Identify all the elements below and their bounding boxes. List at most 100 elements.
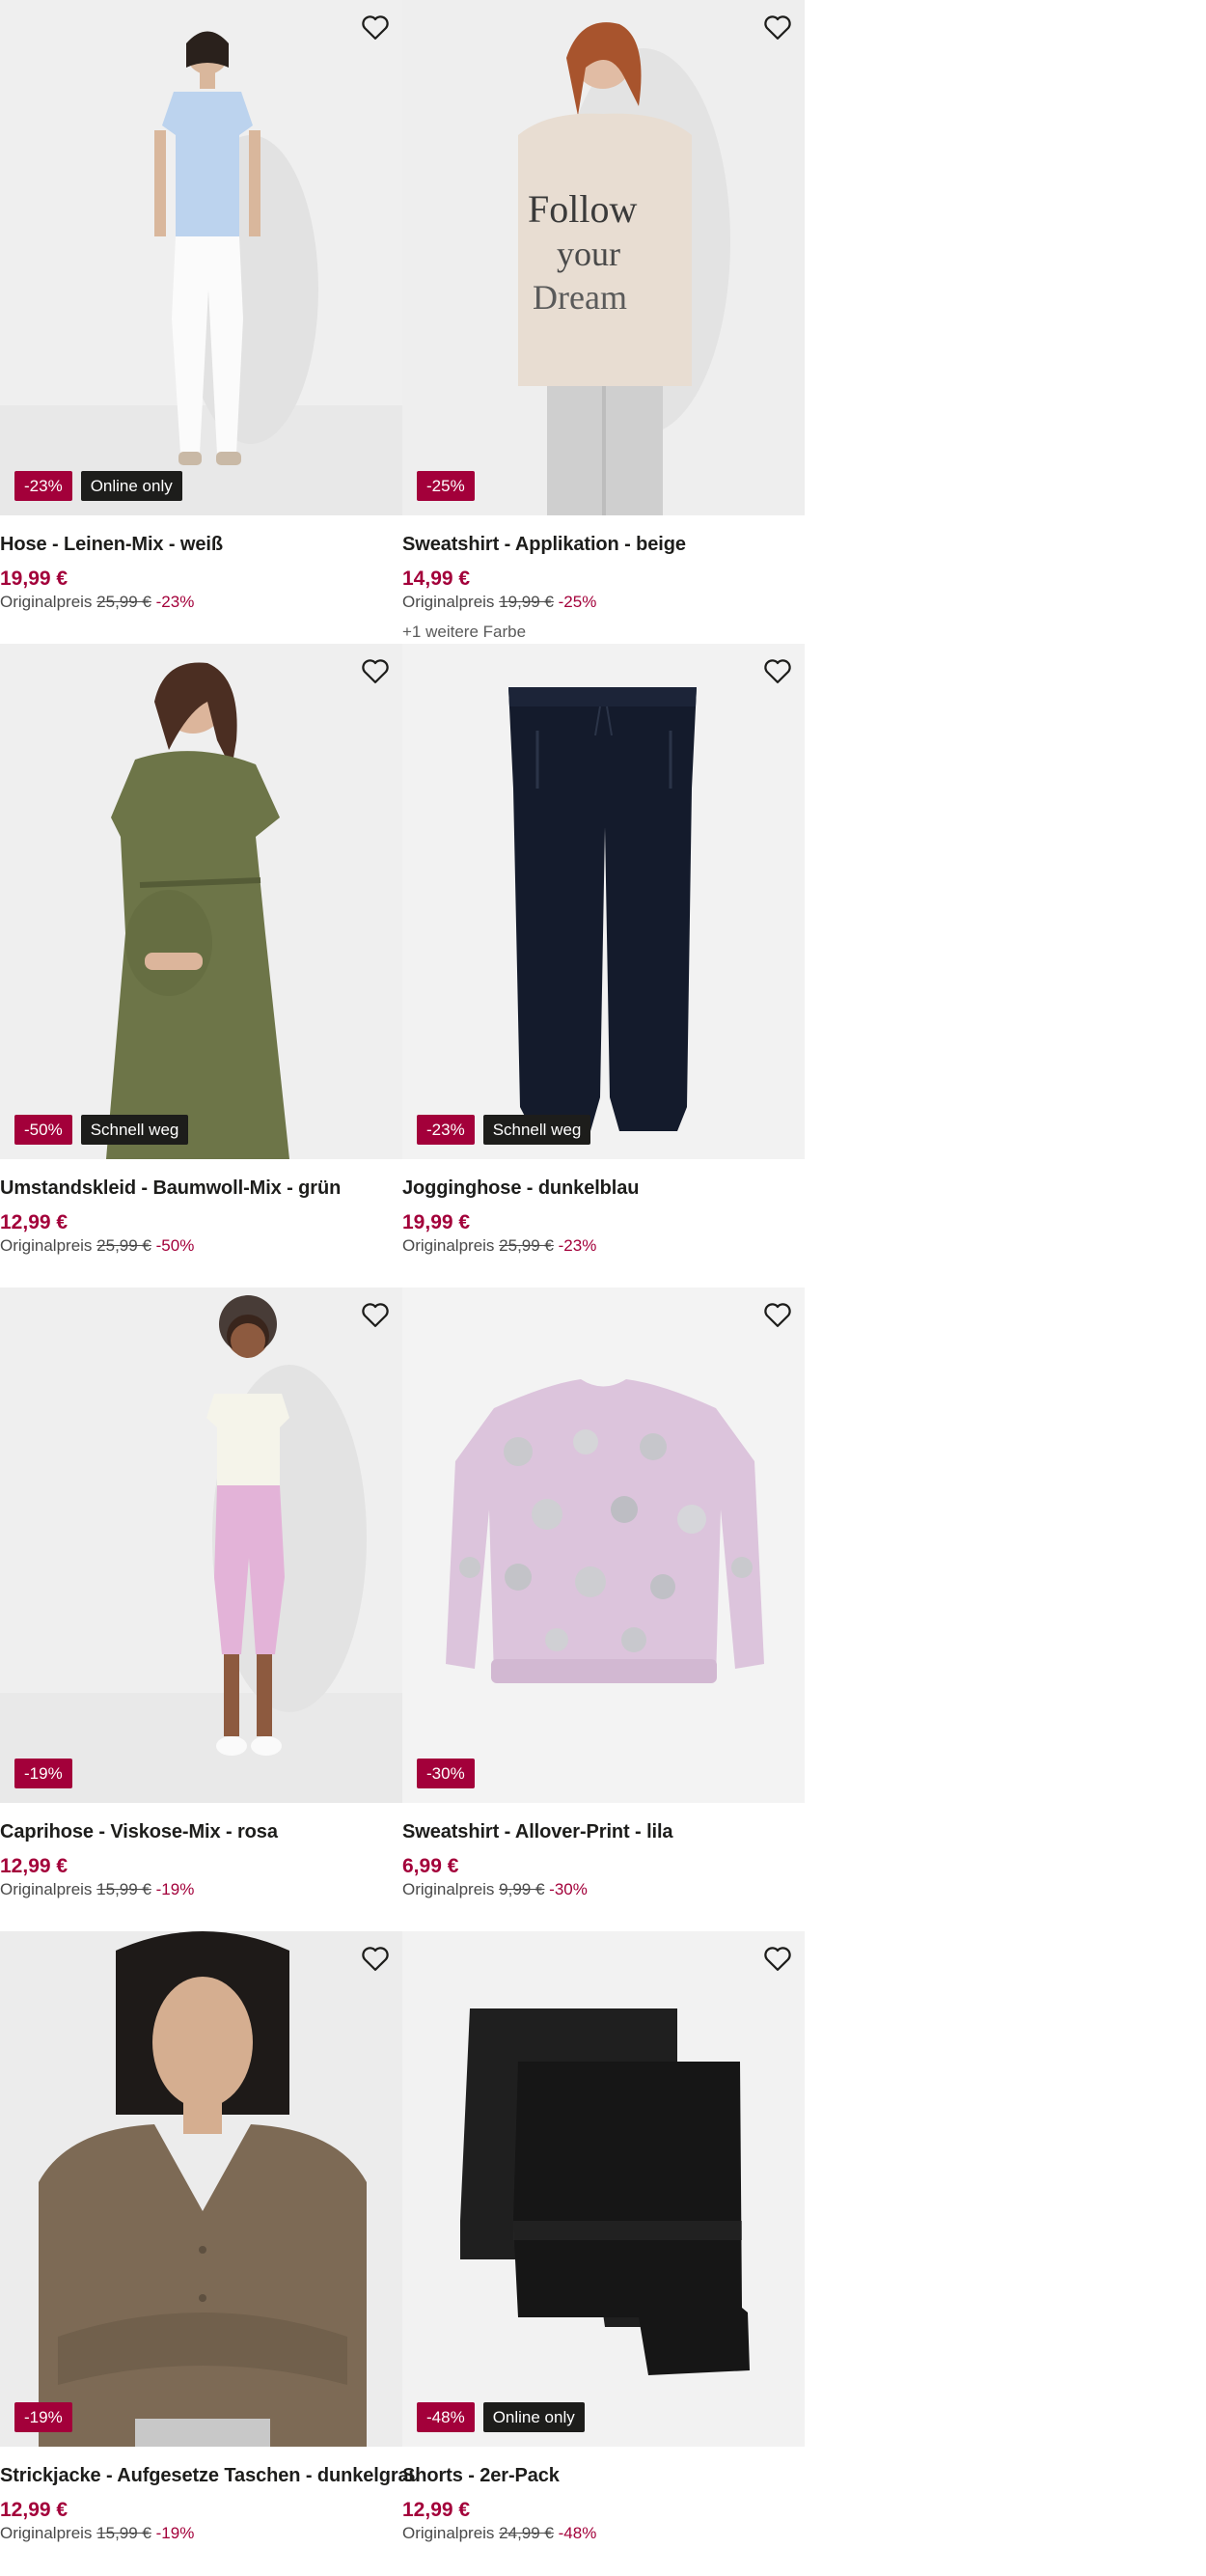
heart-icon <box>764 1303 791 1327</box>
product-image[interactable]: -19% <box>0 1288 402 1803</box>
heart-icon <box>362 1947 389 1971</box>
product-card[interactable]: -30% Sweatshirt - Allover-Print - lila 6… <box>402 1288 805 1931</box>
more-colors-link[interactable]: +1 weitere Farbe <box>402 623 526 642</box>
product-card[interactable]: -48% Online only Shorts - 2er-Pack 12,99… <box>402 1931 805 2575</box>
heart-icon <box>764 1947 791 1971</box>
product-photo-navy-jogging-pants <box>402 644 805 1159</box>
badge-row: -19% <box>14 1759 72 1788</box>
discount-percent: -25% <box>558 593 597 611</box>
selling-fast-badge: Schnell weg <box>80 1115 189 1145</box>
discount-percent: -23% <box>155 593 195 611</box>
discount-percent: -19% <box>155 2524 195 2542</box>
product-title[interactable]: Hose - Leinen-Mix - weiß <box>0 534 223 556</box>
product-card[interactable]: Follow your Dream -25% Sweatshirt - Appl… <box>402 0 805 644</box>
product-title[interactable]: Strickjacke - Aufgesetze Taschen - dunke… <box>0 2465 421 2487</box>
product-photo-woman-green-maternity-dress <box>0 644 402 1159</box>
original-price-label: Originalpreis <box>402 2524 495 2542</box>
badge-row: -30% <box>417 1759 475 1788</box>
product-card[interactable]: -50% Schnell weg Umstandskleid - Baumwol… <box>0 644 402 1288</box>
original-price-line: Originalpreis 25,99 € -23% <box>402 1236 596 1256</box>
product-title[interactable]: Sweatshirt - Allover-Print - lila <box>402 1821 673 1843</box>
product-photo-lilac-dotted-sweatshirt <box>402 1288 805 1803</box>
product-image[interactable]: -30% <box>402 1288 805 1803</box>
online-only-badge: Online only <box>80 471 182 501</box>
product-image[interactable]: Follow your Dream -25% <box>402 0 805 515</box>
product-title[interactable]: Umstandskleid - Baumwoll-Mix - grün <box>0 1177 341 1200</box>
favorite-button[interactable] <box>360 12 391 42</box>
product-title[interactable]: Jogginghose - dunkelblau <box>402 1177 639 1200</box>
original-price: 15,99 € <box>96 2524 151 2542</box>
heart-icon <box>764 15 791 40</box>
svg-text:Follow: Follow <box>528 187 637 231</box>
badge-row: -50% Schnell weg <box>14 1115 189 1145</box>
discount-percent: -48% <box>558 2524 597 2542</box>
original-price-line: Originalpreis 19,99 € -25% <box>402 593 596 612</box>
favorite-button[interactable] <box>762 1299 793 1330</box>
discount-badge: -23% <box>14 471 72 501</box>
svg-text:Dream: Dream <box>533 278 627 317</box>
original-price-label: Originalpreis <box>0 1880 93 1898</box>
online-only-badge: Online only <box>482 2402 585 2432</box>
original-price-line: Originalpreis 15,99 € -19% <box>0 2524 194 2543</box>
product-image[interactable]: -50% Schnell weg <box>0 644 402 1159</box>
product-title[interactable]: Caprihose - Viskose-Mix - rosa <box>0 1821 278 1843</box>
original-price-label: Originalpreis <box>402 1236 495 1255</box>
product-photo-woman-white-linen-trousers <box>0 0 402 515</box>
favorite-button[interactable] <box>360 655 391 686</box>
badge-row: -19% <box>14 2402 72 2432</box>
product-price: 19,99 € <box>0 568 69 590</box>
discount-badge: -50% <box>14 1115 72 1145</box>
original-price: 25,99 € <box>499 1236 554 1255</box>
product-price: 14,99 € <box>402 568 471 590</box>
product-price: 12,99 € <box>0 1211 69 1233</box>
original-price: 24,99 € <box>499 2524 554 2542</box>
product-photo-woman-taupe-cardigan <box>0 1931 402 2447</box>
product-card[interactable]: -19% Strickjacke - Aufgesetze Taschen - … <box>0 1931 421 2575</box>
original-price-line: Originalpreis 25,99 € -50% <box>0 1236 194 1256</box>
product-card[interactable]: -23% Schnell weg Jogginghose - dunkelbla… <box>402 644 805 1288</box>
product-price: 12,99 € <box>0 2499 69 2521</box>
heart-icon <box>362 15 389 40</box>
original-price-label: Originalpreis <box>0 1236 93 1255</box>
original-price: 25,99 € <box>96 1236 151 1255</box>
favorite-button[interactable] <box>762 12 793 42</box>
heart-icon <box>362 1303 389 1327</box>
product-image[interactable]: -23% Online only <box>0 0 402 515</box>
product-card[interactable]: -23% Online only Hose - Leinen-Mix - wei… <box>0 0 402 644</box>
discount-badge: -23% <box>417 1115 475 1145</box>
original-price-line: Originalpreis 24,99 € -48% <box>402 2524 596 2543</box>
discount-percent: -50% <box>155 1236 195 1255</box>
original-price-label: Originalpreis <box>0 593 93 611</box>
product-photo-woman-pink-capri-pants <box>0 1288 402 1803</box>
product-image[interactable]: -48% Online only <box>402 1931 805 2447</box>
badge-row: -23% Schnell weg <box>417 1115 591 1145</box>
discount-badge: -19% <box>14 2402 72 2432</box>
favorite-button[interactable] <box>762 655 793 686</box>
original-price-label: Originalpreis <box>402 1880 495 1898</box>
discount-badge: -48% <box>417 2402 475 2432</box>
product-price: 19,99 € <box>402 1211 471 1233</box>
badge-row: -25% <box>417 471 475 501</box>
heart-icon <box>362 659 389 683</box>
product-image[interactable]: -23% Schnell weg <box>402 644 805 1159</box>
heart-icon <box>764 659 791 683</box>
original-price-line: Originalpreis 9,99 € -30% <box>402 1880 588 1899</box>
discount-percent: -23% <box>558 1236 597 1255</box>
original-price-line: Originalpreis 25,99 € -23% <box>0 593 194 612</box>
original-price: 25,99 € <box>96 593 151 611</box>
selling-fast-badge: Schnell weg <box>482 1115 591 1145</box>
original-price-label: Originalpreis <box>402 593 495 611</box>
badge-row: -23% Online only <box>14 471 182 501</box>
product-photo-woman-beige-sweatshirt: Follow your Dream <box>402 0 805 515</box>
product-title[interactable]: Shorts - 2er-Pack <box>402 2465 560 2487</box>
discount-badge: -25% <box>417 471 475 501</box>
original-price: 15,99 € <box>96 1880 151 1898</box>
product-image[interactable]: -19% <box>0 1931 402 2447</box>
favorite-button[interactable] <box>360 1299 391 1330</box>
discount-badge: -30% <box>417 1759 475 1788</box>
favorite-button[interactable] <box>360 1943 391 1974</box>
product-title[interactable]: Sweatshirt - Applikation - beige <box>402 534 686 556</box>
discount-percent: -30% <box>549 1880 588 1898</box>
product-card[interactable]: -19% Caprihose - Viskose-Mix - rosa 12,9… <box>0 1288 402 1931</box>
favorite-button[interactable] <box>762 1943 793 1974</box>
